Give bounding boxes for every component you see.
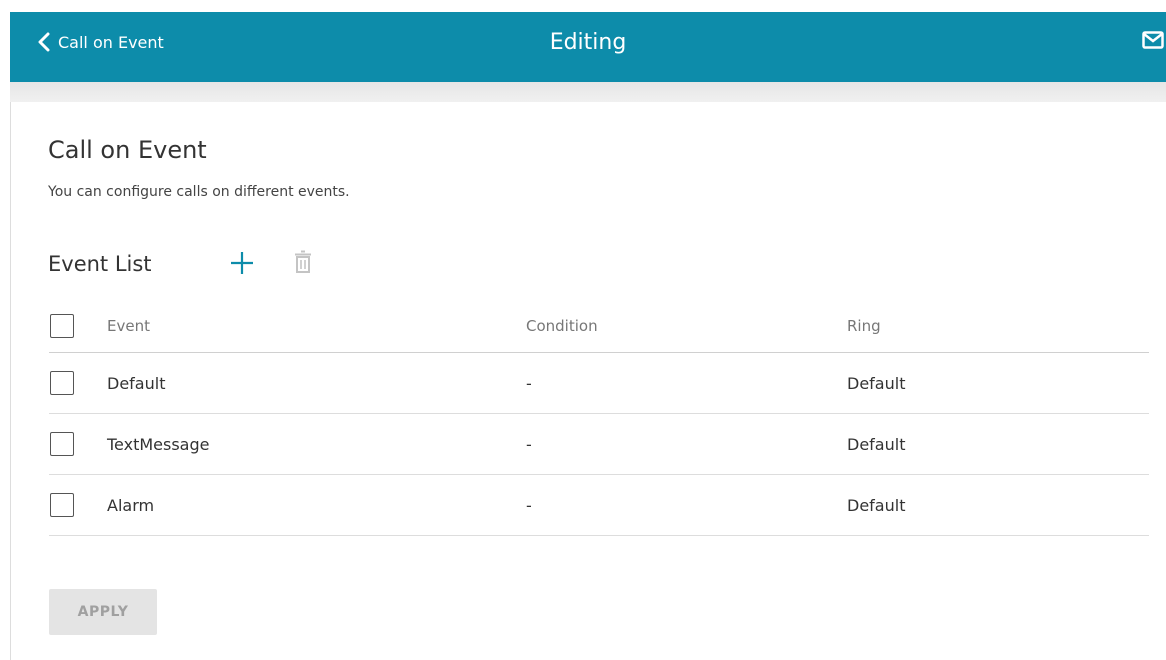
table-header-row: Event Condition Ring [49,300,1149,353]
page-header-title: Editing [549,29,627,55]
condition-cell: - [526,373,532,393]
page-title: Call on Event [48,136,207,164]
main-content: Call on Event You can configure calls on… [10,102,1166,660]
back-button[interactable]: Call on Event [38,12,164,72]
table-row[interactable]: Default - Default [49,353,1149,414]
back-label: Call on Event [58,32,164,52]
condition-cell: - [526,495,532,515]
top-bar: Call on Event Editing [10,12,1166,82]
table-row[interactable]: TextMessage - Default [49,414,1149,475]
select-all-checkbox[interactable] [50,314,74,338]
event-cell: Alarm [107,495,155,515]
condition-cell: - [526,434,532,454]
event-cell: TextMessage [107,434,210,454]
event-cell: Default [107,373,166,393]
column-header-ring: Ring [847,317,881,335]
column-header-event: Event [107,317,150,335]
ring-cell: Default [847,434,906,454]
event-table: Event Condition Ring Default - Default T… [49,300,1149,536]
page-description: You can configure calls on different eve… [48,184,350,200]
ring-cell: Default [847,373,906,393]
column-header-condition: Condition [526,317,598,335]
apply-button[interactable]: APPLY [49,589,157,635]
table-row[interactable]: Alarm - Default [49,475,1149,536]
row-checkbox[interactable] [50,493,74,517]
ring-cell: Default [847,495,906,515]
section-title: Event List [48,252,152,276]
chevron-left-icon [38,32,50,52]
envelope-icon[interactable] [1142,31,1164,53]
trash-icon[interactable] [294,249,312,279]
row-checkbox[interactable] [50,432,74,456]
header-shadow-band [10,82,1166,102]
plus-icon[interactable] [229,250,255,280]
row-checkbox[interactable] [50,371,74,395]
